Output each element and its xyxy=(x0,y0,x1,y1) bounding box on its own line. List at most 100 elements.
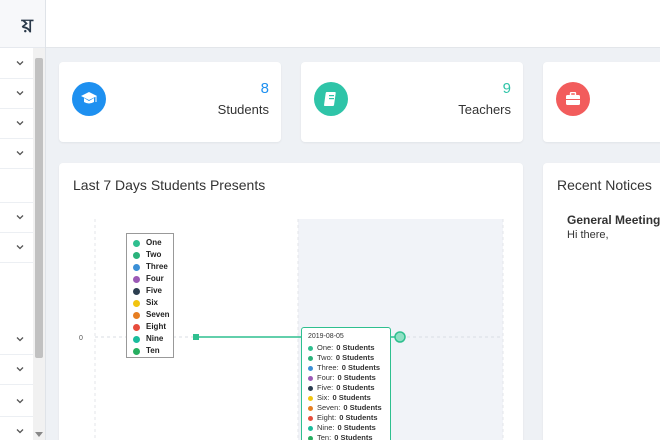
sidebar: য় xyxy=(0,0,46,440)
tooltip-series-value: 0 Students xyxy=(343,403,382,412)
chevron-down-icon xyxy=(15,242,25,252)
sidebar-menu-item[interactable] xyxy=(0,49,34,79)
students-count: 8 xyxy=(260,80,269,97)
legend-swatch xyxy=(133,239,140,247)
chevron-down-icon xyxy=(15,364,25,374)
notices-title: Recent Notices xyxy=(557,177,652,193)
sidebar-menu-item[interactable] xyxy=(0,109,34,139)
legend-item[interactable]: Nine xyxy=(133,333,173,345)
legend-label: Nine xyxy=(146,334,164,343)
legend-item[interactable]: Five xyxy=(133,285,173,297)
graduation-cap-icon xyxy=(72,82,106,116)
tooltip-series-value: 0 Students xyxy=(336,383,375,392)
legend-label: Five xyxy=(146,286,163,295)
legend-swatch xyxy=(133,287,140,295)
brand[interactable]: য় xyxy=(0,0,45,48)
tooltip-row: Six: 0 Students xyxy=(308,393,390,403)
tooltip-row: Two: 0 Students xyxy=(308,353,390,363)
sidebar-menu-item[interactable] xyxy=(0,173,34,203)
legend-item[interactable]: Ten xyxy=(133,345,173,357)
scroll-down-arrow-icon[interactable] xyxy=(35,432,43,437)
sidebar-menu-item[interactable] xyxy=(0,139,34,169)
tooltip-row: Four: 0 Students xyxy=(308,373,390,383)
legend-item[interactable]: Eight xyxy=(133,321,173,333)
notice-item-body: Hi there, xyxy=(567,229,609,241)
book-icon xyxy=(314,82,348,116)
chevron-down-icon xyxy=(15,88,25,98)
tooltip-swatch xyxy=(308,355,313,361)
sidebar-menu-item[interactable] xyxy=(0,387,34,417)
students-card[interactable]: 8 Students xyxy=(59,62,281,142)
scrollbar-thumb[interactable] xyxy=(35,58,43,358)
tooltip-row: Five: 0 Students xyxy=(308,383,390,393)
students-label: Students xyxy=(217,102,269,117)
legend-label: Seven xyxy=(146,310,170,319)
sidebar-scrollbar[interactable] xyxy=(33,48,45,440)
legend-label: Six xyxy=(146,298,159,307)
y-tick-zero: 0 xyxy=(79,335,83,342)
teachers-label: Teachers xyxy=(458,102,511,117)
tooltip-series-name: Seven: xyxy=(317,403,341,412)
legend-label: Eight xyxy=(146,322,166,331)
legend-swatch xyxy=(133,263,140,271)
legend-label: Three xyxy=(146,262,168,271)
sidebar-menu-item[interactable] xyxy=(0,355,34,385)
chevron-down-icon xyxy=(15,334,25,344)
series-point-active[interactable] xyxy=(394,331,406,343)
tooltip-swatch xyxy=(308,405,313,411)
legend-swatch xyxy=(133,311,140,319)
legend-label: Four xyxy=(146,274,164,283)
teachers-count: 9 xyxy=(502,80,511,97)
legend-swatch xyxy=(133,299,140,307)
tooltip-series-name: Six: xyxy=(317,393,330,402)
tooltip-swatch xyxy=(308,385,313,391)
top-navbar xyxy=(46,0,660,48)
legend-item[interactable]: Six xyxy=(133,297,173,309)
chevron-down-icon xyxy=(15,58,25,68)
sidebar-menu-item[interactable] xyxy=(0,203,34,233)
series-point-start[interactable] xyxy=(193,334,199,340)
tooltip-series-name: One: xyxy=(317,343,334,352)
legend-item[interactable]: Four xyxy=(133,273,173,285)
tooltip-row: Eight: 0 Students xyxy=(308,413,390,423)
tooltip-series-name: Four: xyxy=(317,373,335,382)
legend-label: Ten xyxy=(146,346,160,355)
sidebar-menu-item[interactable] xyxy=(0,79,34,109)
briefcase-icon xyxy=(556,82,590,116)
recent-notices-card: Recent Notices General Meeting Hi there, xyxy=(543,163,660,440)
sidebar-menu-item[interactable] xyxy=(0,325,34,355)
third-stat-card[interactable] xyxy=(543,62,660,142)
legend-item[interactable]: Seven xyxy=(133,309,173,321)
chevron-down-icon xyxy=(15,118,25,128)
tooltip-series-name: Five: xyxy=(317,383,334,392)
legend-label: Two xyxy=(146,250,162,259)
notice-item-title[interactable]: General Meeting xyxy=(567,213,660,227)
tooltip-series-value: 0 Students xyxy=(337,423,376,432)
tooltip-swatch xyxy=(308,415,313,421)
sidebar-menu-item[interactable] xyxy=(0,233,34,263)
sidebar-menu-item[interactable] xyxy=(0,417,34,440)
tooltip-series-name: Two: xyxy=(317,353,333,362)
tooltip-series-value: 0 Students xyxy=(341,363,381,372)
chart-tooltip: 2019-08-05 One: 0 Students Two: 0 Students T… xyxy=(301,327,391,440)
tooltip-swatch xyxy=(308,345,313,351)
legend-swatch xyxy=(133,323,140,331)
tooltip-series-name: Eight: xyxy=(317,413,337,422)
legend-item[interactable]: Two xyxy=(133,249,173,261)
tooltip-series-value: 0 Students xyxy=(339,413,378,422)
tooltip-date: 2019-08-05 xyxy=(308,333,344,340)
legend-item[interactable]: One xyxy=(133,237,173,249)
legend-swatch xyxy=(133,275,140,283)
chart-legend[interactable]: One Two Three Four Five Six Seven Eight Nine Ten xyxy=(126,233,174,358)
tooltip-series-value: 0 Students xyxy=(336,343,375,352)
tooltip-swatch xyxy=(308,435,313,440)
tooltip-swatch xyxy=(308,395,313,401)
tooltip-swatch xyxy=(308,375,313,381)
brand-text: য় xyxy=(21,15,33,37)
legend-item[interactable]: Three xyxy=(133,261,173,273)
tooltip-row: Ten: 0 Students xyxy=(308,433,390,440)
teachers-card[interactable]: 9 Teachers xyxy=(301,62,523,142)
chevron-down-icon xyxy=(15,426,25,436)
tooltip-series-value: 0 Students xyxy=(337,373,376,382)
legend-swatch xyxy=(133,347,140,355)
